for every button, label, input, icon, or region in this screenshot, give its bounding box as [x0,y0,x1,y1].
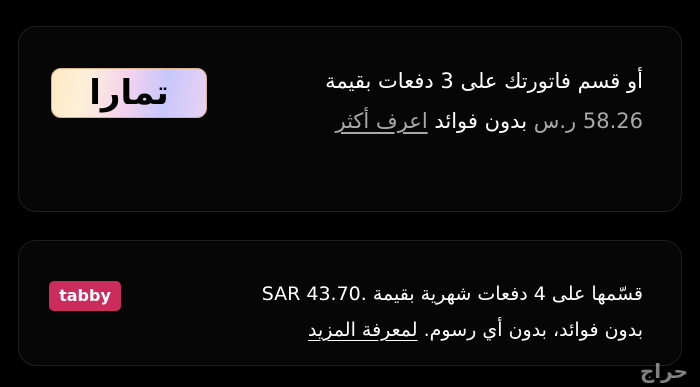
tamara-learn-more-link[interactable]: اعرف أكثر [336,109,428,133]
tamara-card: تمارا أو قسم فاتورتك على 3 دفعات بقيمة 5… [18,26,682,212]
tamara-line1: أو قسم فاتورتك على 3 دفعات بقيمة [325,69,643,93]
tamara-line2: 58.26 ر.س بدون فوائد اعرف أكثر [325,101,644,141]
tabby-line2: بدون فوائد، بدون أي رسوم. لمعرفة المزيد [262,312,643,348]
haraj-watermark: حراج [639,359,688,383]
tabby-line1: قسّمها على 4 دفعات شهرية بقيمة SAR 43.70… [262,276,643,312]
tamara-amount: 58.26 ر.س [533,109,643,133]
tamara-description: أو قسم فاتورتك على 3 دفعات بقيمة 58.26 ر… [325,61,643,141]
tabby-amount: SAR 43.70. [261,283,367,305]
tabby-logo-text: tabby [59,286,111,305]
tabby-logo: tabby [49,281,121,311]
tamara-no-fees: بدون فوائد [434,109,528,133]
tamara-logo: تمارا [51,68,207,118]
tamara-logo-text: تمارا [89,73,169,113]
tabby-description: قسّمها على 4 دفعات شهرية بقيمة SAR 43.70… [262,276,643,348]
tabby-learn-more-link[interactable]: لمعرفة المزيد [308,319,418,341]
tabby-card: tabby قسّمها على 4 دفعات شهرية بقيمة SAR… [18,240,682,366]
tabby-line1-prefix: قسّمها على 4 دفعات شهرية بقيمة [372,283,643,305]
tabby-no-fees: بدون فوائد، بدون أي رسوم. [423,319,643,341]
